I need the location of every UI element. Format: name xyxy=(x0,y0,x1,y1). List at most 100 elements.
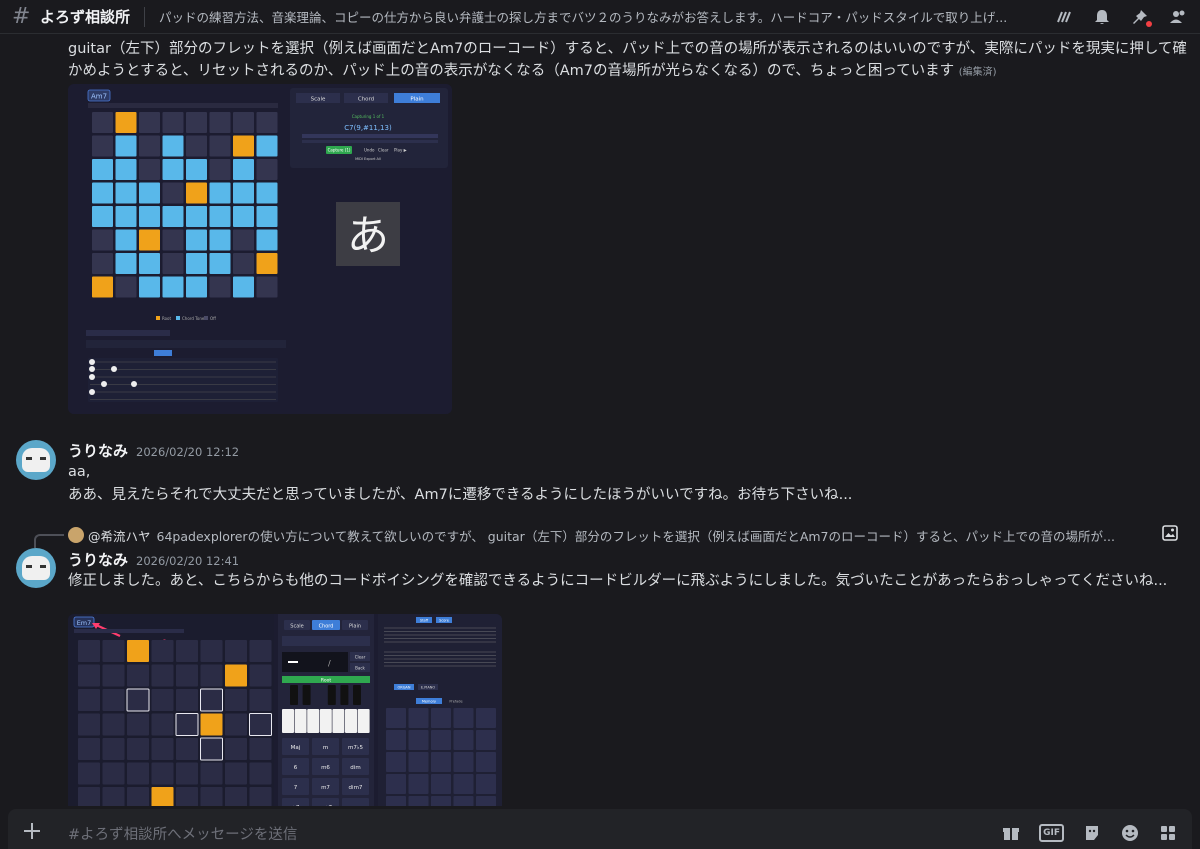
gif-icon[interactable]: GIF xyxy=(1039,824,1064,842)
reply-text[interactable]: 64padexplorerの使い方について教えて欲しいのですが、 guitar（… xyxy=(157,526,1152,545)
pad xyxy=(115,112,137,133)
pad xyxy=(139,253,160,274)
pad xyxy=(127,762,149,785)
pad xyxy=(115,276,137,298)
pad xyxy=(115,182,137,204)
pad xyxy=(453,730,474,750)
reply-connector xyxy=(34,534,64,548)
pad xyxy=(151,762,174,785)
pad xyxy=(102,689,125,711)
message-timestamp: 2026/02/20 12:41 xyxy=(136,554,240,568)
pad xyxy=(249,689,272,711)
gift-icon[interactable] xyxy=(1001,824,1021,842)
add-attachment-icon[interactable] xyxy=(22,819,50,847)
pad xyxy=(476,796,496,806)
capture-button-label: Capture (1) xyxy=(328,148,351,153)
pad xyxy=(256,253,278,274)
svg-text:Play ▶: Play ▶ xyxy=(394,148,408,153)
pad xyxy=(127,713,149,736)
pad xyxy=(386,752,406,772)
image-attachment[interactable]: Em7 1 Scale Chord Plain / Clear Back Roo… xyxy=(68,614,502,806)
pin-icon[interactable] xyxy=(1130,7,1152,27)
pad xyxy=(126,688,150,712)
pad xyxy=(256,276,278,298)
pad xyxy=(139,135,160,157)
pad xyxy=(453,752,474,772)
back-label: Back xyxy=(355,666,365,671)
member-list-icon[interactable] xyxy=(1168,7,1188,27)
chord-info-title: C7(9,#11,13) xyxy=(344,124,392,132)
chord-quality-label: Maj xyxy=(291,745,301,751)
pad xyxy=(127,787,149,806)
pad xyxy=(476,752,496,772)
pad xyxy=(233,206,254,227)
pad xyxy=(209,229,231,251)
message-list[interactable]: guitar（左下）部分のフレットを選択（例えば画面だとAm7のローコード）する… xyxy=(0,34,1200,806)
pad xyxy=(209,206,231,227)
pad xyxy=(92,182,113,204)
pad xyxy=(200,737,223,761)
user-avatar[interactable] xyxy=(16,440,56,480)
pad xyxy=(151,713,174,736)
pad xyxy=(233,276,254,298)
sticker-icon[interactable] xyxy=(1082,824,1102,842)
pad xyxy=(162,276,184,298)
user-avatar[interactable] xyxy=(16,548,56,588)
pad xyxy=(431,730,451,750)
reply-username[interactable]: @希流ハヤ xyxy=(88,526,151,545)
pad xyxy=(200,713,223,736)
composer-toolbar: GIF xyxy=(1001,824,1178,842)
pad xyxy=(127,738,149,760)
pad xyxy=(256,206,278,227)
threads-icon[interactable] xyxy=(1054,7,1074,27)
channel-header: # よろず相談所 パッドの練習方法、音楽理論、コピーの仕方から良い弁護士の探し方… xyxy=(0,0,1200,34)
chord-quality-label: 7 xyxy=(294,785,298,791)
chord-quality-label: m xyxy=(323,745,328,751)
pad xyxy=(209,112,231,133)
pad xyxy=(386,708,406,728)
pad xyxy=(453,796,474,806)
pad xyxy=(175,713,199,736)
pad xyxy=(186,229,207,251)
pad xyxy=(249,762,272,785)
message-input[interactable]: #よろず相談所へメッセージを送信 xyxy=(68,823,1001,844)
pad xyxy=(92,159,113,180)
notification-bell-icon[interactable] xyxy=(1092,7,1112,27)
image-attachment[interactable]: Am7 Root Chord Tone Off Scale Chord Plai… xyxy=(68,84,452,414)
pad xyxy=(162,182,184,204)
pad xyxy=(162,253,184,274)
pad xyxy=(386,796,406,806)
pad xyxy=(139,182,160,204)
pad-explorer-screenshot: Am7 Root Chord Tone Off Scale Chord Plai… xyxy=(68,84,452,414)
svg-text:Clear: Clear xyxy=(378,148,389,153)
username[interactable]: うりなみ xyxy=(68,551,128,569)
svg-text:Capturing 1 of 1: Capturing 1 of 1 xyxy=(352,114,385,119)
svg-text:Undo: Undo xyxy=(364,148,375,153)
reply-preview[interactable]: @希流ハヤ 64padexplorerの使い方について教えて欲しいのですが、 g… xyxy=(68,525,1178,545)
pad xyxy=(233,182,254,204)
apps-icon[interactable] xyxy=(1158,824,1178,842)
username[interactable]: うりなみ xyxy=(68,442,128,460)
pad xyxy=(200,787,223,806)
fret-marker xyxy=(131,381,137,387)
emoji-icon[interactable] xyxy=(1120,824,1140,842)
pad xyxy=(225,664,247,687)
pad xyxy=(139,159,160,180)
svg-text:Scale: Scale xyxy=(290,624,303,630)
pad xyxy=(186,182,207,204)
pad xyxy=(256,182,278,204)
pad xyxy=(249,664,272,687)
pad xyxy=(102,713,125,736)
pad xyxy=(102,640,125,662)
piano-black-key xyxy=(302,685,311,705)
pad xyxy=(453,774,474,794)
pad xyxy=(233,253,254,274)
channel-name[interactable]: よろず相談所 xyxy=(40,6,130,27)
channel-topic[interactable]: パッドの練習方法、音楽理論、コピーの仕方から良い弁護士の探し方までバツ２のうりな… xyxy=(159,7,1032,26)
pad xyxy=(78,787,100,806)
pad xyxy=(115,229,137,251)
svg-text:Off: Off xyxy=(210,316,216,321)
pad xyxy=(176,738,198,760)
chord-label: Am7 xyxy=(91,93,107,101)
fret-marker xyxy=(101,381,107,387)
